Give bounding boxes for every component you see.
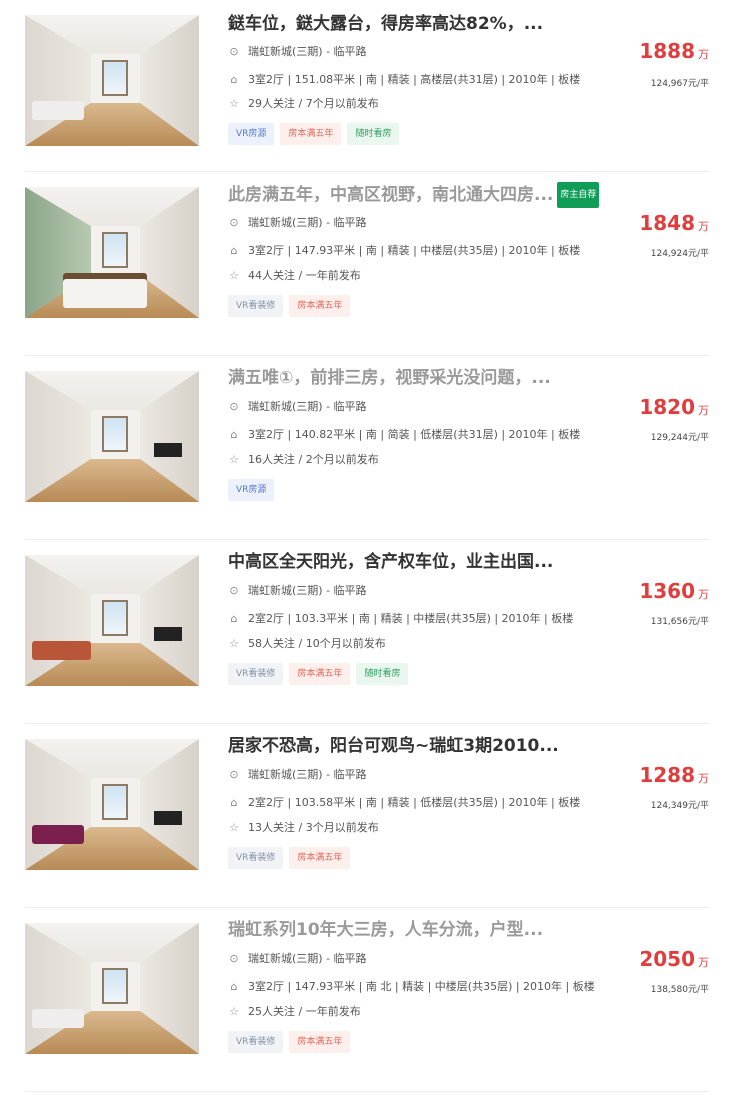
listing-tags: VR看装修 房本满五年: [228, 295, 351, 317]
location-pin-icon: ⊙: [229, 584, 239, 597]
listing-follow: ☆ 25人关注 / 一年前发布: [229, 1005, 361, 1018]
listing-info: ⌂ 2室2厅 | 103.58平米 | 南 | 精装 | 低楼层(共35层) | …: [228, 795, 581, 811]
total-price: 1848 万: [639, 211, 709, 235]
listing-photo[interactable]: [25, 923, 199, 1054]
unit-price: 138,580元/平: [650, 985, 709, 995]
tag: 房本满五年: [289, 1031, 351, 1053]
tag: VR房源: [228, 123, 275, 145]
tag: 房本满五年: [289, 663, 351, 685]
listing-photo[interactable]: [25, 187, 199, 318]
listing-tags: VR房源 房本满五年 随时看房: [228, 123, 400, 145]
unit-price: 131,656元/平: [650, 617, 709, 627]
listing-tags: VR房源: [228, 479, 275, 501]
tag: VR看装修: [228, 847, 284, 869]
tag: 随时看房: [356, 663, 409, 685]
listing-info: ⌂ 3室2厅 | 140.82平米 | 南 | 简装 | 低楼层(共31层) | …: [228, 427, 581, 443]
star-icon: ☆: [229, 821, 239, 834]
listing-tags: VR看装修 房本满五年: [228, 847, 351, 869]
listing-title[interactable]: 此房满五年，中高区视野，南北通大四房... 房主自荐: [228, 182, 600, 208]
total-price: 1360 万: [639, 579, 709, 603]
listing-photo[interactable]: [25, 371, 199, 502]
total-price: 2050 万: [639, 947, 709, 971]
unit-price: 124,924元/平: [650, 249, 709, 259]
unit-price: 124,349元/平: [650, 801, 709, 811]
star-icon: ☆: [229, 97, 239, 110]
location-pin-icon: ⊙: [229, 400, 239, 413]
house-icon: ⌂: [230, 428, 238, 441]
listing-location[interactable]: ⊙ 瑞虹新城(三期) - 临平路: [228, 399, 366, 415]
listing-follow: ☆ 44人关注 / 一年前发布: [229, 269, 361, 282]
listing-tags: VR看装修 房本满五年 随时看房: [228, 663, 409, 685]
listing-item[interactable]: 瑞虹系列10年大三房，人车分流，户型... ⊙ 瑞虹新城(三期) - 临平路 ⌂ 3…: [25, 908, 709, 1092]
listing-item[interactable]: 居家不恐高，阳台可观鸟~瑞虹3期2010... ⊙ 瑞虹新城(三期) - 临平路 …: [25, 724, 709, 908]
house-icon: ⌂: [230, 980, 238, 993]
location-pin-icon: ⊙: [229, 768, 239, 781]
tag: VR看装修: [228, 1031, 284, 1053]
unit-price: 129,244元/平: [650, 433, 709, 443]
listing-title[interactable]: 中高区全天阳光，含产权车位，业主出国...: [228, 550, 553, 574]
listing-info: ⌂ 3室2厅 | 147.93平米 | 南 北 | 精装 | 中楼层(共35层) …: [228, 979, 595, 995]
house-icon: ⌂: [230, 73, 238, 86]
house-icon: ⌂: [230, 244, 238, 257]
tag: VR看装修: [228, 663, 284, 685]
listing-item[interactable]: 鎹车位，鎹大露台，得房率高达82%，... ⊙ 瑞虹新城(三期) - 临平路 ⌂ 3…: [25, 0, 709, 172]
listing-photo[interactable]: [25, 739, 199, 870]
star-icon: ☆: [229, 453, 239, 466]
total-price: 1820 万: [639, 395, 709, 419]
star-icon: ☆: [229, 269, 239, 282]
tag: 房本满五年: [280, 123, 342, 145]
listing-info: ⌂ 3室2厅 | 151.08平米 | 南 | 精装 | 高楼层(共31层) | …: [228, 72, 581, 88]
house-icon: ⌂: [230, 796, 238, 809]
listing-info: ⌂ 2室2厅 | 103.3平米 | 南 | 精装 | 中楼层(共35层) | 2…: [228, 611, 574, 627]
tag: 房本满五年: [289, 847, 351, 869]
listing-location[interactable]: ⊙ 瑞虹新城(三期) - 临平路: [228, 583, 366, 599]
listing-follow: ☆ 16人关注 / 2个月以前发布: [229, 453, 379, 466]
house-icon: ⌂: [230, 612, 238, 625]
tag: 房本满五年: [289, 295, 351, 317]
listing-follow: ☆ 29人关注 / 7个月以前发布: [229, 97, 379, 110]
tag: VR房源: [228, 479, 275, 501]
listing-title[interactable]: 瑞虹系列10年大三房，人车分流，户型...: [228, 918, 543, 942]
listing-follow: ☆ 13人关注 / 3个月以前发布: [229, 821, 379, 834]
location-pin-icon: ⊙: [229, 952, 239, 965]
location-pin-icon: ⊙: [229, 216, 239, 229]
unit-price: 124,967元/平: [650, 79, 709, 89]
owner-badge: 房主自荐: [557, 182, 600, 208]
listing-photo[interactable]: [25, 555, 199, 686]
star-icon: ☆: [229, 637, 239, 650]
listing-location[interactable]: ⊙ 瑞虹新城(三期) - 临平路: [228, 44, 366, 60]
listing-follow: ☆ 58人关注 / 10个月以前发布: [229, 637, 386, 650]
listing-tags: VR看装修 房本满五年: [228, 1031, 351, 1053]
total-price: 1888 万: [639, 39, 709, 63]
listing-location[interactable]: ⊙ 瑞虹新城(三期) - 临平路: [228, 767, 366, 783]
star-icon: ☆: [229, 1005, 239, 1018]
tag: VR看装修: [228, 295, 284, 317]
tag: 随时看房: [347, 123, 400, 145]
listing-title[interactable]: 鎹车位，鎹大露台，得房率高达82%，...: [228, 12, 543, 36]
total-price: 1288 万: [639, 763, 709, 787]
listing-location[interactable]: ⊙ 瑞虹新城(三期) - 临平路: [228, 951, 366, 967]
listing-photo[interactable]: [25, 15, 199, 146]
listing-item[interactable]: 此房满五年，中高区视野，南北通大四房... 房主自荐 ⊙ 瑞虹新城(三期) - 临平…: [25, 172, 709, 356]
listing-title[interactable]: 满五唯①，前排三房，视野采光没问题，...: [228, 366, 551, 390]
listing-location[interactable]: ⊙ 瑞虹新城(三期) - 临平路: [228, 215, 366, 231]
listing-item[interactable]: 中高区全天阳光，含产权车位，业主出国... ⊙ 瑞虹新城(三期) - 临平路 ⌂ 2…: [25, 540, 709, 724]
listing-title[interactable]: 居家不恐高，阳台可观鸟~瑞虹3期2010...: [228, 734, 559, 758]
location-pin-icon: ⊙: [229, 45, 239, 58]
listing-item[interactable]: 满五唯①，前排三房，视野采光没问题，... ⊙ 瑞虹新城(三期) - 临平路 ⌂ 3…: [25, 356, 709, 540]
listing-info: ⌂ 3室2厅 | 147.93平米 | 南 | 精装 | 中楼层(共35层) | …: [228, 243, 581, 259]
listing-list: 鎹车位，鎹大露台，得房率高达82%，... ⊙ 瑞虹新城(三期) - 临平路 ⌂ 3…: [25, 0, 709, 1092]
